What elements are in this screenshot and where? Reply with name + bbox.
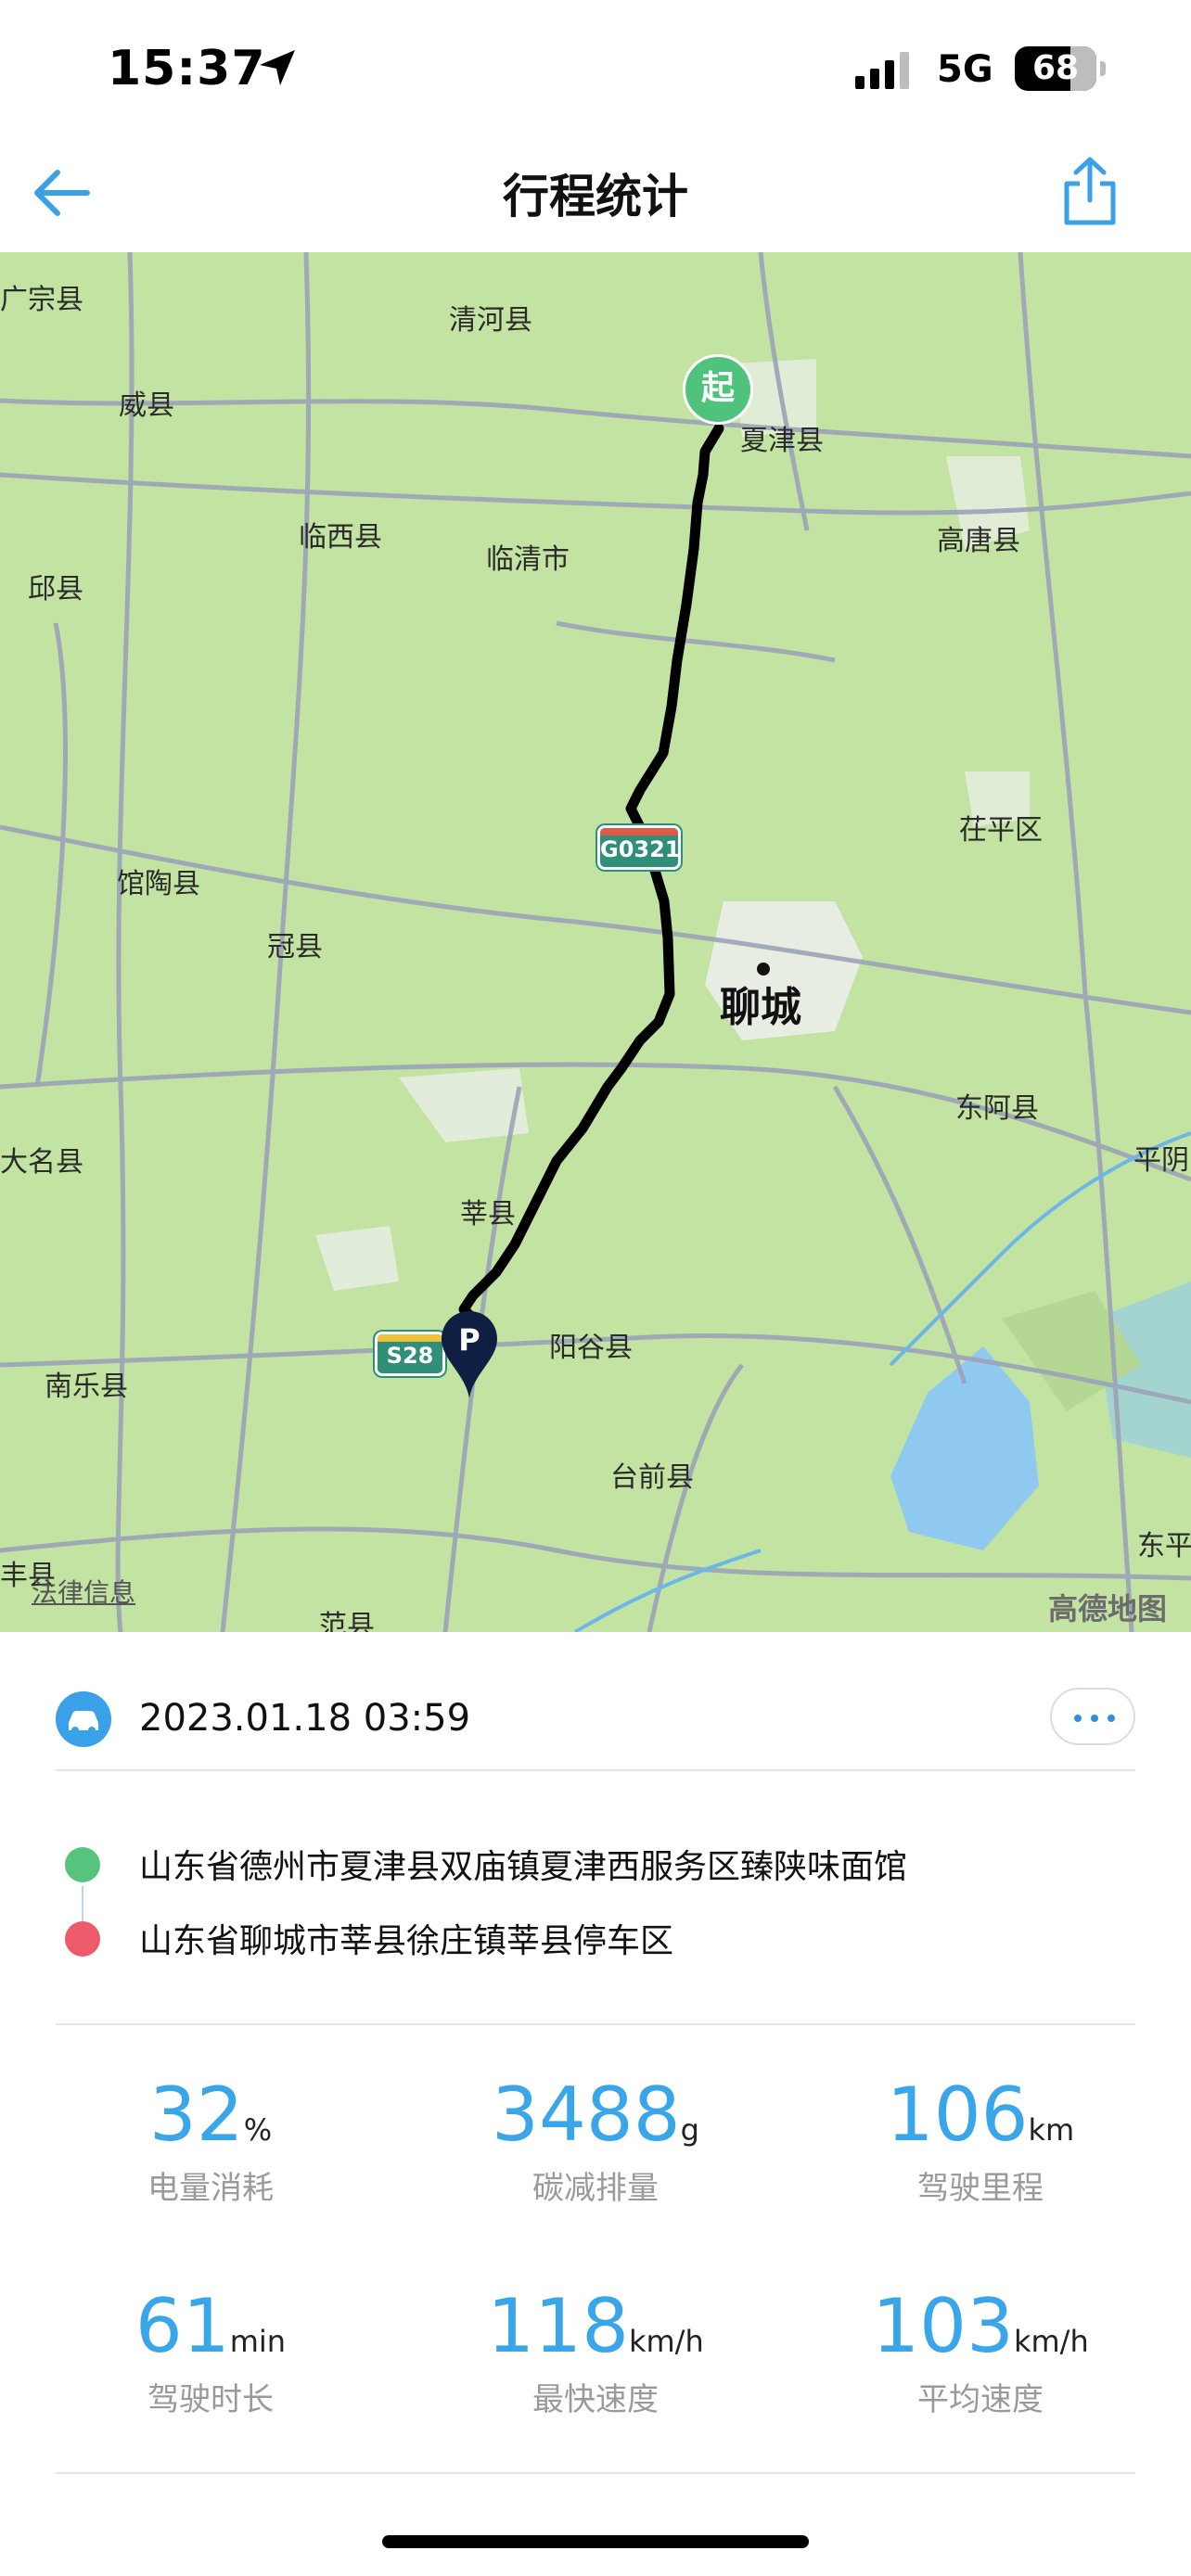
divider bbox=[56, 2023, 1135, 2025]
location-arrow-icon bbox=[260, 50, 295, 85]
car-icon bbox=[56, 1691, 111, 1747]
start-address-row: 山东省德州市夏津县双庙镇夏津西服务区臻陕味面馆 bbox=[56, 1827, 1135, 1892]
legal-info-link[interactable]: 法律信息 bbox=[32, 1573, 135, 1610]
start-dot-icon bbox=[65, 1847, 100, 1882]
network-type: 5G bbox=[937, 48, 993, 91]
stat-battery-usage: 32% 电量消耗 bbox=[147, 2072, 274, 2208]
stat-driving-duration: 61min 驾驶时长 bbox=[134, 2283, 287, 2419]
end-dot-icon bbox=[65, 1921, 100, 1957]
map-label: 南乐县 bbox=[45, 1371, 128, 1403]
parking-marker-icon[interactable]: P bbox=[440, 1309, 499, 1400]
battery-icon: 68 bbox=[1015, 46, 1106, 91]
map-label: 馆陶县 bbox=[117, 868, 200, 900]
nav-bar: 行程统计 bbox=[0, 139, 1191, 252]
map-label: 冠县 bbox=[267, 931, 323, 963]
share-icon[interactable] bbox=[1057, 154, 1122, 228]
map-label: 东阿县 bbox=[955, 1092, 1039, 1125]
home-indicator[interactable] bbox=[382, 2535, 809, 2548]
map-label: 茌平区 bbox=[959, 814, 1043, 847]
map-label: 威县 bbox=[119, 389, 174, 422]
map-label: 高唐县 bbox=[937, 525, 1020, 557]
signal-icon bbox=[855, 52, 909, 89]
map-label: 夏津县 bbox=[740, 425, 824, 457]
trip-header: 2023.01.18 03:59 bbox=[56, 1669, 1135, 1771]
battery-level: 68 bbox=[1031, 49, 1080, 87]
map-label-city: 聊城 bbox=[720, 984, 801, 1031]
map-label: 广宗县 bbox=[0, 284, 83, 316]
stat-driving-distance: 106km 驾驶里程 bbox=[886, 2072, 1075, 2208]
map-label: 临西县 bbox=[299, 521, 382, 554]
start-address: 山东省德州市夏津县双庙镇夏津西服务区臻陕味面馆 bbox=[139, 1848, 908, 1886]
status-time: 15:37 bbox=[108, 41, 266, 96]
svg-text:P: P bbox=[458, 1322, 480, 1358]
road-shield-g0321: G0321 bbox=[597, 825, 681, 870]
end-address-row: 山东省聊城市莘县徐庄镇莘县停车区 bbox=[56, 1901, 1135, 1966]
start-marker[interactable]: 起 bbox=[683, 354, 753, 425]
map-label: 平阴 bbox=[1133, 1144, 1189, 1177]
map-brand-logo: 高德地图 bbox=[1048, 1591, 1168, 1626]
map-label: 邱县 bbox=[28, 573, 83, 606]
map-label: 东平 bbox=[1137, 1530, 1191, 1562]
more-options-button[interactable] bbox=[1050, 1688, 1135, 1745]
road-shield-s28: S28 bbox=[375, 1332, 445, 1376]
map-label: 临清市 bbox=[486, 543, 570, 576]
city-dot bbox=[757, 963, 770, 976]
map-label: 范县 bbox=[319, 1610, 375, 1632]
route-map[interactable]: 广宗县 清河县 夏津县 威县 临西县 临清市 高唐县 邱县 茌平区 馆陶县 冠县… bbox=[0, 252, 1191, 1632]
map-background bbox=[0, 252, 1191, 1632]
stat-avg-speed: 103km/h 平均速度 bbox=[872, 2283, 1089, 2419]
map-label: 台前县 bbox=[610, 1461, 694, 1494]
map-label: 清河县 bbox=[449, 304, 532, 337]
trip-datetime: 2023.01.18 03:59 bbox=[139, 1697, 471, 1740]
page-title: 行程统计 bbox=[503, 170, 688, 223]
map-label: 阳谷县 bbox=[549, 1332, 633, 1364]
map-label: 莘县 bbox=[460, 1198, 516, 1231]
end-address: 山东省聊城市莘县徐庄镇莘县停车区 bbox=[139, 1922, 674, 1960]
map-label: 大名县 bbox=[0, 1146, 83, 1179]
divider bbox=[56, 2472, 1135, 2474]
stat-carbon-reduction: 3488g 碳减排量 bbox=[492, 2072, 699, 2208]
stat-max-speed: 118km/h 最快速度 bbox=[487, 2283, 704, 2419]
status-bar: 15:37 5G 68 bbox=[0, 0, 1191, 139]
